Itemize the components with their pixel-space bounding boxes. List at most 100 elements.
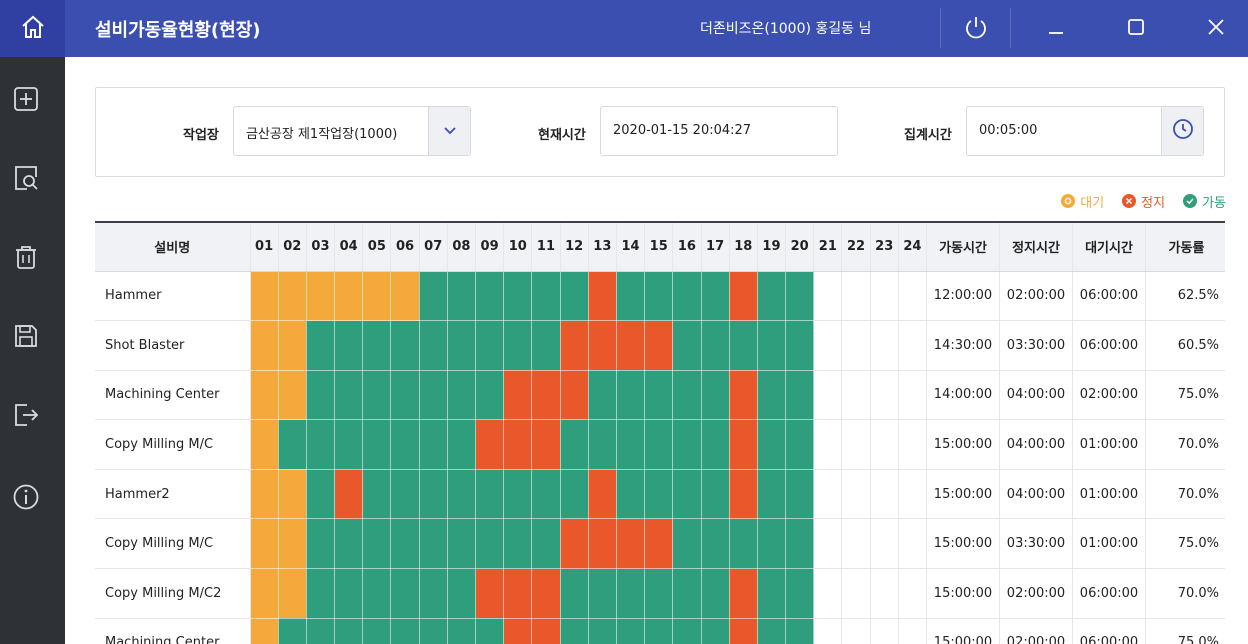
status-cell-run [672,518,702,570]
status-cell-stop [588,469,617,520]
user-info: 더존비즈온(1000) 홍길동 님 [700,21,872,37]
status-cell-stop [644,518,674,570]
status-cell-empty [841,320,871,371]
status-cell-run [644,419,674,470]
status-cell-run [560,271,589,322]
save-button[interactable] [0,318,52,358]
status-cell-stop [588,518,617,570]
status-cell-empty [870,469,899,520]
stop-time-value: 03:30:00 [999,518,1073,570]
exit-icon [13,402,39,432]
status-cell-run [701,518,730,570]
wait-time-value: 01:00:00 [1072,518,1146,570]
logout-button[interactable] [946,0,1006,57]
legend-item: 대기 [1061,192,1104,211]
add-button[interactable] [0,81,52,121]
status-cell-run [334,568,364,619]
status-cell-empty [870,419,899,470]
status-cell-run [672,320,702,371]
interval-value: 00:05:00 [979,123,1038,138]
status-cell-run [785,271,815,322]
status-cell-wait [306,271,336,322]
interval-clock-button[interactable] [1161,107,1203,155]
status-cell-run [729,320,758,371]
title-separator [940,8,941,48]
status-cell-wait [278,320,307,371]
status-cell-stop [729,419,758,470]
table-row[interactable]: Copy Milling M/C2 15:00:00 02:00:00 06:00:0… [95,568,1225,619]
status-cell-run [419,320,448,371]
search-document-icon [13,165,39,195]
table-row[interactable]: Shot Blaster 14:30:00 03:30:00 06:00:00 60.5… [95,320,1225,371]
table-row[interactable]: Machining Center 15:00:00 02:00:00 06:00:00… [95,618,1225,644]
status-cell-stop [334,469,364,520]
table-row[interactable]: Machining Center 14:00:00 04:00:00 02:00:00… [95,370,1225,421]
status-cell-run [503,518,533,570]
table-row[interactable]: Hammer2 15:00:00 04:00:00 01:00:00 70.0% [95,469,1225,520]
status-cell-run [672,271,702,322]
utilization-rate-value: 70.0% [1145,568,1225,619]
workplace-select[interactable]: 금산공장 제1작업장(1000) [233,106,471,156]
status-cell-run [419,568,448,619]
filter-panel: 작업장 금산공장 제1작업장(1000) 현재시간 2020-01-15 20:… [95,87,1225,177]
wait-time-value: 06:00:00 [1072,618,1146,644]
equipment-name: Hammer [95,271,251,322]
x-circle-icon [1122,194,1137,208]
table-row[interactable]: Copy Milling M/C 15:00:00 03:30:00 01:00:00… [95,518,1225,570]
status-cell-empty [841,469,871,520]
status-cell-wait [362,271,392,322]
search-button[interactable] [0,160,52,200]
header-hour: 19 [757,223,787,272]
status-cell-run [362,518,392,570]
status-cell-run [503,271,533,322]
status-cell-empty [813,271,843,322]
status-cell-empty [841,618,871,644]
exit-button[interactable] [0,397,52,437]
status-cell-empty [813,518,843,570]
status-cell-run [757,518,787,570]
status-cell-run [475,469,505,520]
status-cell-run [334,419,364,470]
status-cell-empty [870,320,899,371]
status-cell-stop [503,419,533,470]
maximize-button[interactable] [1106,0,1166,57]
status-cell-run [503,320,533,371]
status-cell-empty [898,469,928,520]
header-hour: 15 [644,223,674,272]
status-cell-run [757,469,787,520]
status-cell-wait [250,320,279,371]
current-time-field[interactable]: 2020-01-15 20:04:27 [600,106,838,156]
minimize-button[interactable] [1026,0,1086,57]
table-row[interactable]: Hammer 12:00:00 02:00:00 06:00:00 62.5% [95,271,1225,322]
header-equipment-name: 설비명 [95,223,251,272]
equipment-name: Machining Center [95,370,251,421]
status-cell-run [757,370,787,421]
status-cell-run [475,618,505,644]
table-row[interactable]: Copy Milling M/C 15:00:00 04:00:00 01:00:00… [95,419,1225,470]
status-cell-stop [588,320,617,371]
header-hour: 12 [560,223,589,272]
info-button[interactable] [0,479,52,519]
minimize-icon [1046,17,1066,41]
status-cell-run [390,469,420,520]
legend-label: 가동 [1202,195,1226,211]
status-cell-run [419,618,448,644]
delete-button[interactable] [0,239,52,279]
status-cell-stop [616,518,646,570]
workplace-dropdown-button[interactable] [428,107,470,155]
header-hour: 01 [250,223,279,272]
status-cell-empty [870,271,899,322]
status-cell-run [785,320,815,371]
maximize-icon [1126,17,1146,41]
run-time-value: 14:30:00 [926,320,1000,371]
close-button[interactable] [1186,0,1246,57]
status-cell-stop [729,271,758,322]
status-cell-run [672,469,702,520]
status-cell-wait [250,618,279,644]
status-cell-empty [813,370,843,421]
home-button[interactable] [0,0,65,57]
interval-field[interactable]: 00:05:00 [966,106,1204,156]
status-cell-run [390,618,420,644]
status-cell-empty [813,419,843,470]
status-cell-stop [531,568,561,619]
